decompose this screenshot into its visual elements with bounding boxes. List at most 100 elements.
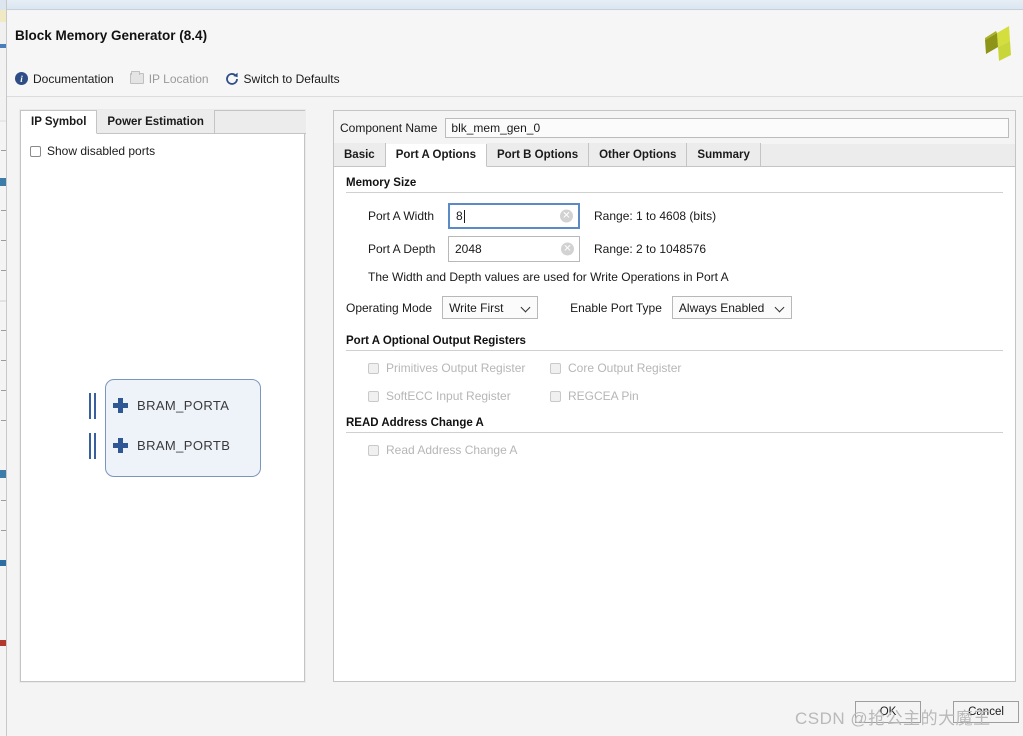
refresh-icon (225, 72, 238, 85)
tab-other-options[interactable]: Other Options (589, 143, 688, 166)
documentation-label: Documentation (33, 71, 114, 86)
page-title: Block Memory Generator (8.4) (15, 28, 208, 43)
enable-port-type-select[interactable]: Always Enabled (671, 296, 792, 319)
dialog-footer: OK Cancel (7, 690, 1023, 736)
mode-row: Operating Mode Write First Enable Port T… (346, 296, 1003, 319)
plus-icon[interactable] (113, 398, 128, 413)
port-a-width-row: Port A Width 8 ✕ Range: 1 to 4608 (bits) (346, 203, 1003, 229)
tab-summary-label: Summary (697, 148, 750, 161)
group-divider (346, 432, 1003, 433)
port-a-width-input[interactable]: 8 ✕ (448, 203, 580, 229)
dialog-header: Block Memory Generator (8.4) (7, 11, 1023, 61)
primitives-output-register-checkbox[interactable]: Primitives Output Register (368, 361, 528, 375)
text-caret (463, 209, 465, 223)
ip-symbol-body (105, 379, 261, 477)
bus-pin-portb-icon (87, 433, 101, 459)
folder-icon (129, 71, 144, 84)
port-a-depth-input[interactable]: 2048 ✕ (448, 236, 580, 262)
ok-button[interactable]: OK (855, 701, 921, 723)
dialog-toolbar: i Documentation IP Location Switch to De… (7, 61, 1023, 97)
component-name-value: blk_mem_gen_0 (451, 120, 541, 135)
checkbox-line: SoftECC Input Register REGCEA Pin (368, 389, 1003, 403)
softecc-input-register-label: SoftECC Input Register (386, 389, 511, 403)
enable-port-type-value: Always Enabled (678, 300, 765, 315)
tab-port-b-options[interactable]: Port B Options (486, 143, 590, 166)
ip-symbol-diagram: BRAM_PORTA BRAM_PORTB (81, 379, 261, 479)
tab-port-a-options-label: Port A Options (395, 149, 476, 161)
cancel-button[interactable]: Cancel (953, 701, 1019, 723)
core-output-register-label: Core Output Register (568, 361, 682, 375)
port-a-width-range: Range: 1 to 4608 (bits) (594, 209, 717, 223)
chevron-down-icon (776, 303, 785, 312)
options-tab-bar: Basic Port A Options Port B Options Othe… (334, 143, 1015, 167)
port-a-depth-range: Range: 2 to 1048576 (594, 242, 707, 256)
group-divider (346, 350, 1003, 351)
symbol-port-bram-porta[interactable]: BRAM_PORTA (113, 398, 229, 413)
memory-size-group-title: Memory Size (346, 177, 417, 189)
primitives-output-register-label: Primitives Output Register (386, 361, 526, 375)
tab-summary[interactable]: Summary (687, 143, 761, 166)
operating-mode-value: Write First (449, 300, 504, 315)
regcea-pin-checkbox[interactable]: REGCEA Pin (550, 389, 639, 403)
port-a-width-value: 8 (456, 209, 463, 223)
regcea-pin-label: REGCEA Pin (568, 389, 639, 403)
checkbox-box-icon (30, 145, 41, 157)
component-name-label: Component Name (340, 120, 438, 135)
read-address-change-a-checkbox[interactable]: Read Address Change A (368, 443, 1003, 457)
bus-pin-porta-icon (87, 393, 101, 419)
read-address-change-group-title: READ Address Change A (346, 417, 484, 429)
cancel-button-label: Cancel (968, 706, 1004, 718)
tab-ip-symbol[interactable]: IP Symbol (21, 111, 98, 134)
dialog-title-strip (7, 0, 1023, 10)
tab-other-options-label: Other Options (599, 148, 677, 161)
xilinx-logo (985, 26, 1011, 61)
block-memory-generator-dialog: Block Memory Generator (8.4) i Documenta… (7, 0, 1023, 736)
optional-output-registers-grid: Primitives Output Register Core Output R… (346, 361, 1003, 403)
width-depth-note: The Width and Depth values are used for … (368, 270, 729, 284)
checkbox-box-icon (550, 390, 561, 402)
left-tab-bar: IP Symbol Power Estimation (21, 110, 306, 134)
ok-button-label: OK (879, 706, 897, 718)
clear-icon[interactable]: ✕ (561, 242, 574, 256)
background-window-sliver (0, 0, 7, 736)
port-a-depth-row: Port A Depth 2048 ✕ Range: 2 to 1048576 (346, 236, 1003, 262)
port-a-depth-value: 2048 (455, 242, 482, 256)
tab-port-b-options-label: Port B Options (496, 148, 579, 161)
switch-to-defaults-label: Switch to Defaults (243, 71, 340, 86)
show-disabled-ports-label: Show disabled ports (47, 144, 156, 158)
symbol-port-label: BRAM_PORTB (137, 438, 231, 453)
tab-port-a-options[interactable]: Port A Options (385, 144, 487, 167)
read-address-change-grid: Read Address Change A (346, 443, 1003, 457)
plus-icon[interactable] (113, 438, 128, 453)
softecc-input-register-checkbox[interactable]: SoftECC Input Register (368, 389, 528, 403)
port-a-width-label: Port A Width (368, 209, 435, 223)
checkbox-box-icon (368, 362, 379, 374)
checkbox-line: Primitives Output Register Core Output R… (368, 361, 1003, 375)
core-output-register-checkbox[interactable]: Core Output Register (550, 361, 681, 375)
ip-location-button[interactable]: IP Location (129, 71, 209, 86)
tab-basic-label: Basic (344, 148, 375, 161)
enable-port-type-label: Enable Port Type (570, 300, 662, 315)
port-a-options-page: Memory Size Port A Width 8 ✕ Range: 1 to… (334, 167, 1015, 681)
documentation-button[interactable]: i Documentation (15, 72, 114, 86)
operating-mode-label: Operating Mode (346, 300, 433, 315)
ip-location-label: IP Location (148, 71, 209, 86)
optional-output-registers-group-title: Port A Optional Output Registers (346, 335, 526, 347)
operating-mode-select[interactable]: Write First (442, 296, 539, 319)
chevron-down-icon (522, 303, 531, 312)
port-a-depth-label: Port A Depth (368, 242, 436, 256)
symbol-port-label: BRAM_PORTA (137, 398, 230, 413)
switch-to-defaults-button[interactable]: Switch to Defaults (225, 72, 340, 86)
clear-icon[interactable]: ✕ (560, 209, 573, 223)
checkbox-box-icon (368, 390, 379, 402)
group-divider (346, 192, 1003, 193)
info-icon: i (15, 72, 28, 85)
component-name-row: Component Name blk_mem_gen_0 (334, 111, 1015, 144)
checkbox-box-icon (550, 362, 561, 374)
show-disabled-ports-checkbox[interactable]: Show disabled ports (30, 144, 155, 158)
read-address-change-a-label: Read Address Change A (386, 443, 518, 457)
tab-basic[interactable]: Basic (334, 143, 386, 166)
tab-power-estimation[interactable]: Power Estimation (97, 110, 215, 133)
component-name-input[interactable]: blk_mem_gen_0 (445, 117, 1009, 138)
symbol-port-bram-portb[interactable]: BRAM_PORTB (113, 438, 230, 453)
